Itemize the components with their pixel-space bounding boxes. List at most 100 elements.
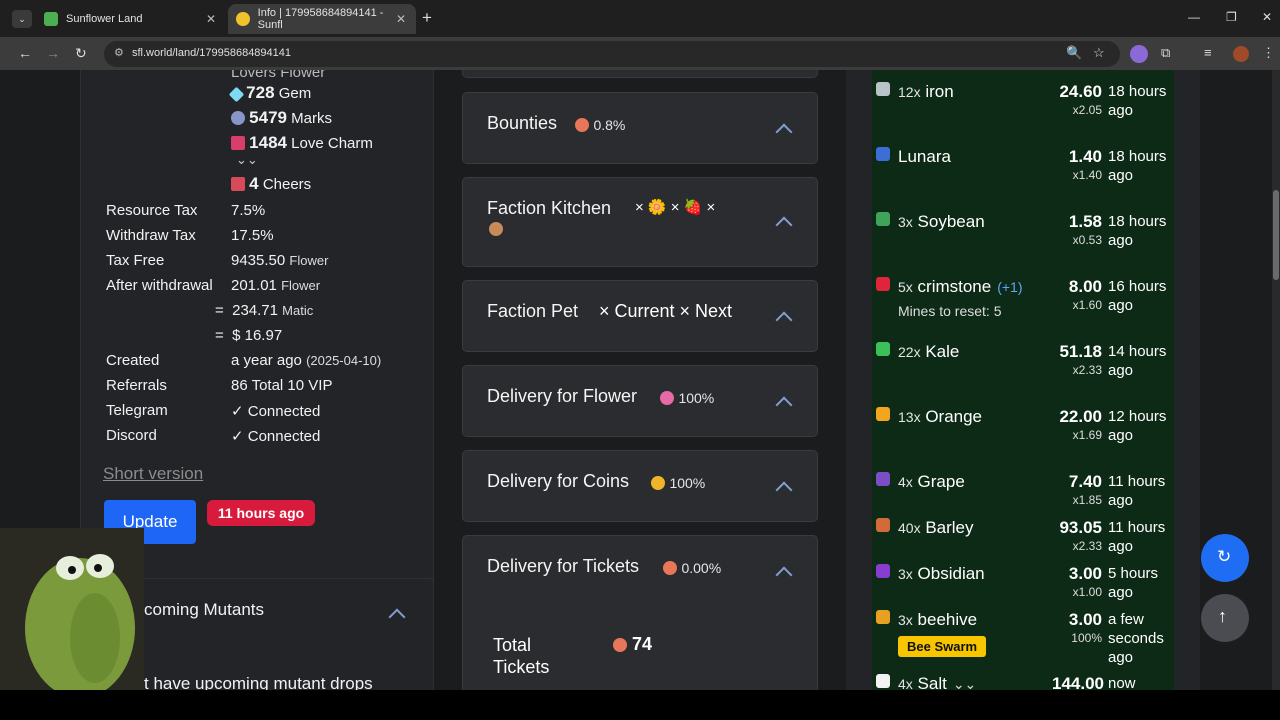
upcoming-mutants-text: t have upcoming mutant drops bbox=[144, 674, 373, 690]
browser-tab-strip: ⌄ Sunflower Land ✕ Info | 17995868489414… bbox=[0, 0, 1280, 37]
chevron-up-icon[interactable] bbox=[775, 216, 793, 226]
tab-search-button[interactable]: ⌄ bbox=[12, 10, 32, 28]
resource-value: 24.60 bbox=[1059, 82, 1102, 101]
mines-to-reset: Mines to reset: 5 bbox=[898, 303, 1002, 319]
reload-icon[interactable]: ↻ bbox=[75, 45, 87, 62]
telegram-label: Telegram bbox=[106, 402, 168, 419]
resource-quantity: 4x bbox=[898, 676, 913, 690]
ticket-icon bbox=[663, 561, 677, 575]
address-bar[interactable]: ⚙ sfl.world/land/179958684894141 bbox=[104, 41, 1120, 67]
resource-name: 5x crimstone (+1) bbox=[898, 277, 1023, 297]
delivery-flower-card[interactable]: Delivery for Flower 100% bbox=[462, 365, 818, 437]
resource-multiplier: x1.60 bbox=[1072, 298, 1102, 312]
resource-label: crimstone bbox=[917, 277, 992, 296]
matic-equivalent: = 234.71 Matic bbox=[215, 302, 314, 319]
chevron-up-icon[interactable] bbox=[775, 396, 793, 406]
flower-icon bbox=[660, 391, 674, 405]
resource-name: 3x Soybean bbox=[898, 212, 985, 232]
close-tab-icon[interactable]: ✕ bbox=[396, 12, 406, 26]
resource-value: 51.18 bbox=[1059, 342, 1102, 361]
coins-icon bbox=[651, 476, 665, 490]
resource-value: 3.00 bbox=[1068, 564, 1102, 583]
resource-extra: (+1) bbox=[997, 279, 1023, 295]
sunflower-favicon-icon bbox=[44, 12, 58, 26]
chevron-up-icon[interactable] bbox=[775, 481, 793, 491]
resource-quantity: 13x bbox=[898, 409, 921, 425]
media-icon[interactable]: ≡ bbox=[1204, 45, 1212, 60]
page-scrollbar[interactable] bbox=[1272, 70, 1280, 690]
resource-love-charm: 1484 Love Charm bbox=[231, 133, 373, 153]
withdraw-tax-value: 17.5% bbox=[231, 227, 274, 244]
resource-quantity: 3x bbox=[898, 612, 913, 628]
resource-icon bbox=[876, 518, 890, 532]
telegram-value: ✓ Connected bbox=[231, 403, 321, 420]
site-info-icon[interactable]: ⚙ bbox=[114, 46, 124, 59]
check-circle-icon: ✓ bbox=[231, 403, 244, 420]
bounties-card[interactable]: Bounties 0.8% bbox=[462, 92, 818, 164]
resource-time: a few seconds ago bbox=[1108, 611, 1164, 666]
resource-label: Salt bbox=[917, 674, 947, 690]
resource-name: 4x Salt ⌄⌄ bbox=[898, 674, 976, 690]
discord-value: ✓ Connected bbox=[231, 428, 321, 445]
resource-label: Obsidian bbox=[917, 564, 985, 583]
faction-pet-labels: × Current × Next bbox=[599, 301, 733, 321]
resource-icon bbox=[876, 610, 890, 624]
scrollbar-thumb[interactable] bbox=[1273, 190, 1279, 280]
arrow-up-icon: ↑ bbox=[1218, 606, 1227, 626]
resource-time: 18 hours ago bbox=[1108, 213, 1167, 249]
close-window-icon[interactable]: ✕ bbox=[1262, 10, 1272, 24]
resource-icon bbox=[876, 407, 890, 421]
short-version-link[interactable]: Short version bbox=[103, 464, 203, 484]
new-tab-button[interactable]: + bbox=[422, 8, 432, 28]
minimize-icon[interactable]: — bbox=[1188, 10, 1200, 24]
resource-multiplier: x1.00 bbox=[1072, 585, 1102, 599]
referrals-value: 86 Total 10 VIP bbox=[231, 377, 333, 394]
previous-card-bottom bbox=[462, 70, 818, 78]
resource-time: 16 hours ago bbox=[1108, 278, 1167, 314]
resource-time: now bbox=[1108, 675, 1136, 690]
menu-dots-icon[interactable]: ⋮ bbox=[1262, 45, 1275, 61]
chevron-up-icon[interactable] bbox=[775, 123, 793, 133]
delivery-coins-card[interactable]: Delivery for Coins 100% bbox=[462, 450, 818, 522]
tab-info[interactable]: Info | 179958684894141 - Sunfl ✕ bbox=[228, 4, 416, 34]
updated-time-badge: 11 hours ago bbox=[207, 500, 315, 526]
check-circle-icon: ✓ bbox=[231, 428, 244, 445]
expand-resources-icon[interactable]: ⌄⌄ bbox=[236, 152, 258, 168]
refresh-button[interactable]: ↻ bbox=[1201, 534, 1249, 582]
close-tab-icon[interactable]: ✕ bbox=[206, 12, 216, 26]
resource-quantity: 12x bbox=[898, 84, 921, 100]
resource-value: 7.40 bbox=[1068, 472, 1102, 491]
restore-icon[interactable]: ❐ bbox=[1226, 10, 1237, 24]
delivery-tickets-card[interactable]: Delivery for Tickets 0.00% Total Tickets… bbox=[462, 535, 818, 690]
extensions-puzzle-icon[interactable]: ⧉ bbox=[1161, 45, 1170, 61]
created-value: a year ago (2025-04-10) bbox=[231, 352, 382, 369]
resource-value: 1.58 bbox=[1068, 212, 1102, 231]
chevron-up-icon[interactable] bbox=[775, 311, 793, 321]
total-tickets-value: 74 bbox=[613, 634, 652, 655]
delivery-flower-progress: 100% bbox=[660, 390, 714, 408]
resource-multiplier: x1.85 bbox=[1072, 493, 1102, 507]
chevron-up-icon[interactable] bbox=[775, 566, 793, 576]
browser-toolbar: ← → ↻ ⚙ sfl.world/land/179958684894141 🔍… bbox=[0, 37, 1280, 70]
ticket-icon bbox=[575, 118, 589, 132]
bookmark-star-icon[interactable]: ☆ bbox=[1093, 45, 1105, 61]
frog-character-image bbox=[0, 528, 144, 690]
tax-free-label: Tax Free bbox=[106, 252, 165, 269]
back-arrow-icon[interactable]: ← bbox=[18, 45, 32, 61]
extension-icon[interactable] bbox=[1130, 45, 1148, 63]
tab-sunflower-land[interactable]: Sunflower Land ✕ bbox=[36, 4, 226, 34]
faction-pet-card[interactable]: Faction Pet × Current × Next bbox=[462, 280, 818, 352]
resource-value: 22.00 bbox=[1059, 407, 1102, 426]
chevron-up-icon[interactable] bbox=[388, 608, 406, 618]
scroll-top-button[interactable]: ↑ bbox=[1201, 594, 1249, 642]
resource-multiplier: x1.40 bbox=[1072, 168, 1102, 182]
faction-kitchen-card[interactable]: Faction Kitchen × 🌼 × 🍓 × bbox=[462, 177, 818, 267]
forward-arrow-icon[interactable]: → bbox=[46, 45, 60, 61]
faction-kitchen-items: × 🌼 × 🍓 × bbox=[635, 199, 716, 216]
resource-multiplier: x1.69 bbox=[1072, 428, 1102, 442]
tab-title: Sunflower Land bbox=[66, 13, 143, 25]
tab-title: Info | 179958684894141 - Sunfl bbox=[257, 7, 384, 31]
profile-avatar[interactable] bbox=[1233, 46, 1249, 62]
resource-time: 18 hours ago bbox=[1108, 148, 1167, 184]
zoom-icon[interactable]: 🔍 bbox=[1066, 45, 1082, 61]
